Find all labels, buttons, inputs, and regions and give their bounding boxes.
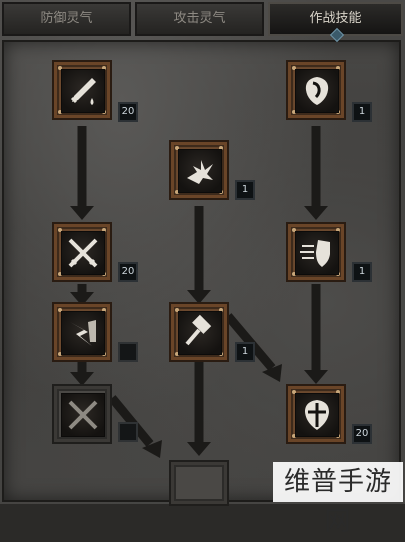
shield-charge-icon [295,231,339,275]
crossed-swords-icon [61,231,105,275]
skill-rank-vengeance: 20 [118,262,138,282]
skill-rank-blessed-hammer: 1 [235,342,255,362]
skill-rank-charge: 1 [352,262,372,282]
skill-rank-shield-cross: 20 [352,424,372,444]
skill-partial-bottom[interactable] [171,462,227,504]
fist-burst-icon [178,149,222,193]
cross-shield-icon [295,393,339,437]
skill-fist-of-heavens[interactable] [54,386,110,442]
lightning-icon [61,311,105,355]
sword-drop-icon [61,69,105,113]
skill-rank-sacrifice: 20 [118,102,138,122]
skill-rank-conversion [118,342,138,362]
shield-icon [295,69,339,113]
skill-zeal[interactable] [171,142,227,198]
skill-rank-fist-of-heavens [118,422,138,442]
skill-conversion[interactable] [54,304,110,360]
skill-vengeance[interactable] [54,224,110,280]
skill-rank-zeal: 1 [235,180,255,200]
skill-holy-shield[interactable] [288,62,344,118]
skill-blessed-hammer[interactable] [171,304,227,360]
sword-cross-icon [61,393,105,437]
skill-charge[interactable] [288,224,344,280]
skill-rank-holy-shield: 1 [352,102,372,122]
hammer-icon [178,311,222,355]
skill-sacrifice[interactable] [54,62,110,118]
watermark: 维普手游网 [273,462,403,537]
skill-shield-cross[interactable] [288,386,344,442]
